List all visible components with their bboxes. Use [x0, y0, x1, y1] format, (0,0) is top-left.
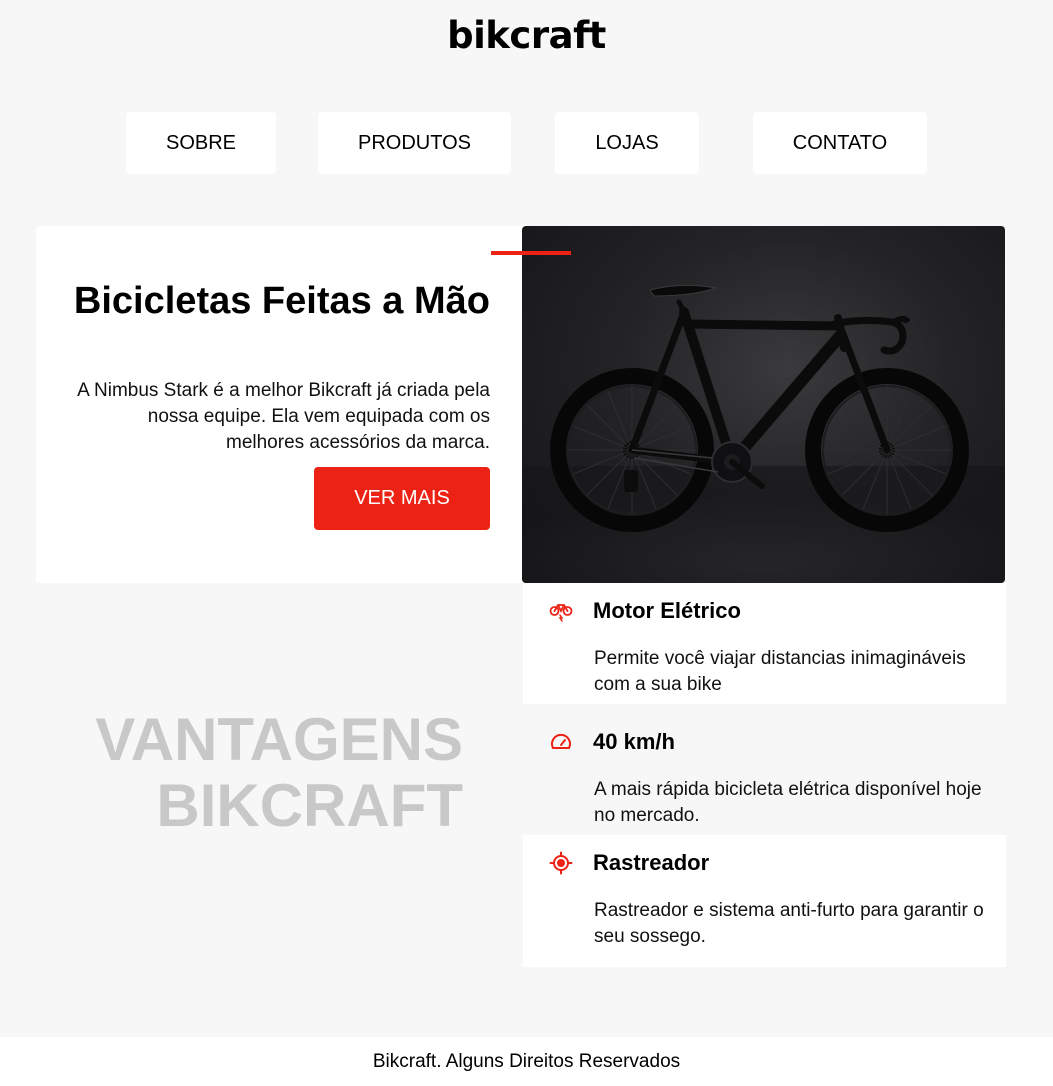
feature-title: 40 km/h — [593, 729, 675, 754]
nav-item-lojas[interactable]: LOJAS — [555, 112, 699, 174]
feature-item: Rastreador Rastreador e sistema anti-fur… — [523, 835, 1006, 967]
feature-title: Rastreador — [593, 850, 710, 875]
brand-logo[interactable]: bikcraft — [0, 14, 1053, 57]
nav-item-produtos[interactable]: PRODUTOS — [318, 112, 511, 174]
feature-text: Rastreador e sistema anti-furto para gar… — [594, 900, 984, 947]
advantages-title: VANTAGENS BIKCRAFT — [95, 706, 463, 839]
nav-item-contato[interactable]: CONTATO — [753, 112, 927, 174]
feature-text: Permite você viajar distancias inimaginá… — [594, 648, 966, 695]
hero-bike-image — [522, 226, 1005, 583]
ver-mais-button[interactable]: VER MAIS — [314, 467, 490, 530]
target-icon — [549, 851, 573, 875]
footer: Bikcraft. Alguns Direitos Reservados — [0, 1037, 1053, 1086]
footer-text: Bikcraft. Alguns Direitos Reservados — [372, 1050, 681, 1072]
hero-description: A Nimbus Stark é a melhor Bikcraft já cr… — [77, 380, 490, 453]
feature-title: Motor Elétrico — [593, 598, 741, 623]
hero-accent-bar — [491, 251, 571, 255]
nav-item-sobre[interactable]: SOBRE — [126, 112, 276, 174]
speedometer-icon — [549, 730, 573, 754]
feature-item: Motor Elétrico Permite você viajar dista… — [523, 583, 1006, 704]
hero-title: Bicicletas Feitas a Mão — [73, 280, 490, 322]
feature-item: 40 km/h A mais rápida bicicleta elétrica… — [523, 714, 1006, 835]
road-bike-icon — [522, 284, 1005, 583]
feature-text: A mais rápida bicicleta elétrica disponí… — [594, 779, 982, 826]
electric-bike-icon — [549, 599, 573, 623]
